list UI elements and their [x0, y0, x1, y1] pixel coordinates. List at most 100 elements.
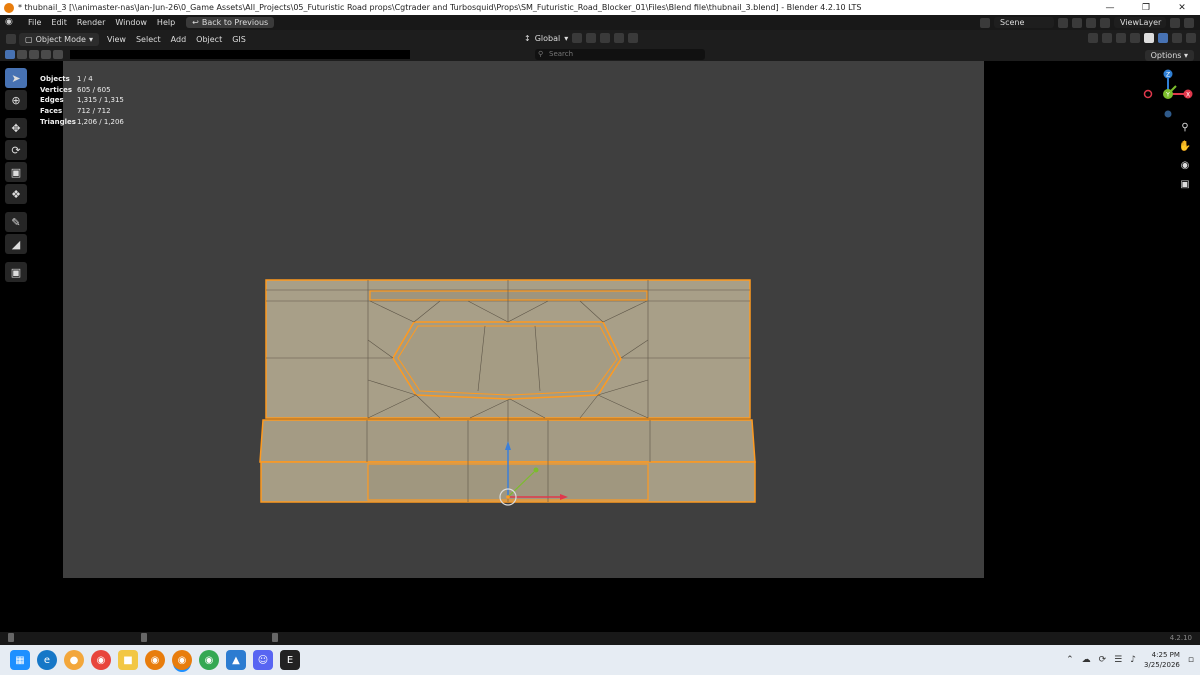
select-invert-icon[interactable] — [53, 50, 63, 59]
menu-view[interactable]: View — [102, 35, 131, 44]
falloff-icon[interactable] — [628, 33, 639, 43]
back-to-previous-button[interactable]: ↩ Back to Previous — [186, 17, 275, 28]
lock-icon[interactable]: ▣ — [1176, 179, 1194, 194]
epic-games-icon[interactable]: E — [280, 650, 300, 670]
scale-tool-button[interactable]: ▣ — [5, 162, 27, 182]
start-button-icon[interactable]: ▦ — [10, 650, 30, 670]
notification-icon[interactable]: ▫ — [1188, 655, 1194, 665]
snap-target-icon[interactable] — [600, 33, 611, 43]
maximize-button[interactable]: ❐ — [1128, 3, 1164, 13]
clock[interactable]: 4:25 PM 3/25/2026 — [1144, 650, 1180, 670]
menu-render[interactable]: Render — [72, 18, 110, 27]
mouse-right-icon — [272, 633, 278, 642]
photos-icon[interactable]: ▲ — [226, 650, 246, 670]
delete-viewlayer-icon[interactable] — [1184, 17, 1194, 28]
object-mode-dropdown[interactable]: ▢ Object Mode ▾ — [19, 32, 99, 46]
measure-tool-button[interactable]: ◢ — [5, 234, 27, 254]
blender-logo-icon — [4, 2, 14, 13]
select-tool-button[interactable]: ➤ — [5, 68, 27, 88]
chevron-down-icon: ▾ — [88, 34, 93, 44]
chrome-profile-icon[interactable]: ◉ — [199, 650, 219, 670]
select-subtract-icon[interactable] — [29, 50, 39, 59]
transform-controls: ↕ Global ▾ — [524, 33, 639, 43]
menu-edit[interactable]: Edit — [46, 18, 72, 27]
scene-field[interactable]: Scene — [994, 17, 1054, 28]
scene-icon[interactable] — [980, 17, 990, 28]
rendered-shading-icon[interactable] — [1186, 33, 1196, 43]
delete-scene-icon[interactable] — [1086, 17, 1096, 28]
clock-date: 3/25/2026 — [1143, 661, 1180, 669]
search-input[interactable]: ⚲ Search — [535, 49, 705, 60]
wifi-icon[interactable]: ☰ — [1114, 655, 1122, 665]
menu-gis[interactable]: GIS — [227, 35, 251, 44]
transform-orientation-dropdown[interactable]: Global — [535, 34, 561, 43]
select-intersect-icon[interactable] — [41, 50, 51, 59]
pan-hand-icon[interactable]: ✋ — [1176, 141, 1194, 156]
gizmo-toggle-icon[interactable] — [1102, 33, 1112, 43]
options-label: Options — [1150, 51, 1182, 60]
menu-select[interactable]: Select — [131, 35, 166, 44]
zoom-icon[interactable]: ⚲ — [1176, 122, 1194, 137]
camera-view-icon[interactable]: ◉ — [1176, 160, 1194, 175]
menu-help[interactable]: Help — [152, 18, 180, 27]
sync-icon[interactable]: ⟳ — [1099, 655, 1107, 665]
gizmo-neg-z-axis[interactable] — [1164, 110, 1172, 118]
navigation-gizmo[interactable]: Z X Y — [1142, 68, 1194, 120]
back-to-previous-label: Back to Previous — [201, 18, 269, 27]
blender-menu-icon[interactable]: ◉ — [5, 17, 19, 28]
tool-shelf: ➤ ⊕ ✥ ⟳ ▣ ❖ ✎ ◢ ▣ — [5, 68, 30, 282]
select-box-icon[interactable] — [5, 50, 15, 59]
viewport-header: ▢ Object Mode ▾ View Select Add Object G… — [0, 30, 1200, 48]
annotate-tool-button[interactable]: ✎ — [5, 212, 27, 232]
volume-icon[interactable]: ♪ — [1130, 655, 1136, 665]
close-button[interactable]: ✕ — [1164, 3, 1200, 13]
network-off-icon[interactable]: ☁ — [1082, 655, 1091, 665]
viewlayer-icon[interactable] — [1100, 17, 1110, 28]
snap-icon[interactable] — [586, 33, 597, 43]
visibility-icon[interactable] — [1088, 33, 1098, 43]
discord-icon[interactable]: ☺ — [253, 650, 273, 670]
status-bar: 4.2.10 — [0, 632, 1200, 645]
proportional-edit-icon[interactable] — [614, 33, 625, 43]
file-explorer-icon[interactable]: ■ — [118, 650, 138, 670]
pin-scene-icon[interactable] — [1058, 17, 1068, 28]
rotate-icon: ⟳ — [11, 143, 21, 157]
transform-orientation-icon: ↕ — [524, 33, 531, 43]
transform-tool-button[interactable]: ❖ — [5, 184, 27, 204]
edge-browser-icon[interactable]: e — [37, 650, 57, 670]
options-dropdown[interactable]: Options ▾ — [1144, 50, 1194, 61]
gizmo-z-label: Z — [1166, 72, 1170, 79]
overlay-toggle-icon[interactable] — [1116, 33, 1126, 43]
transform-icon: ❖ — [11, 187, 21, 201]
rotate-tool-button[interactable]: ⟳ — [5, 140, 27, 160]
material-shading-icon[interactable] — [1172, 33, 1182, 43]
select-extend-icon[interactable] — [17, 50, 27, 59]
mouse-middle-icon — [141, 633, 147, 642]
minimize-button[interactable]: — — [1092, 3, 1128, 13]
move-tool-button[interactable]: ✥ — [5, 118, 27, 138]
chrome-icon[interactable]: ◉ — [91, 650, 111, 670]
cursor-tool-button[interactable]: ⊕ — [5, 90, 27, 110]
gizmo-neg-x-axis[interactable] — [1143, 89, 1153, 99]
add-cube-tool-button[interactable]: ▣ — [5, 262, 27, 282]
solid-shading-icon[interactable] — [1158, 33, 1168, 43]
menu-file[interactable]: File — [23, 18, 46, 27]
menu-add[interactable]: Add — [166, 35, 192, 44]
version-label: 4.2.10 — [1169, 634, 1192, 642]
wireframe-shading-icon[interactable] — [1144, 33, 1154, 43]
blender-app-icon[interactable]: ◉ — [145, 650, 165, 670]
app-icon[interactable]: ● — [64, 650, 84, 670]
search-placeholder: Search — [549, 50, 574, 58]
viewlayer-field[interactable]: ViewLayer — [1114, 17, 1166, 28]
new-viewlayer-icon[interactable] — [1170, 17, 1180, 28]
menu-object[interactable]: Object — [191, 35, 227, 44]
cursor-icon: ➤ — [11, 71, 21, 85]
pivot-point-icon[interactable] — [572, 33, 583, 43]
editor-type-icon[interactable] — [6, 34, 16, 44]
chevron-up-icon[interactable]: ⌃ — [1066, 655, 1074, 665]
scene-statistics: Objects 1 / 4 Vertices 605 / 605 Edges 1,31… — [40, 74, 124, 128]
menu-window[interactable]: Window — [110, 18, 152, 27]
xray-toggle-icon[interactable] — [1130, 33, 1140, 43]
blender-active-icon[interactable]: ◉ — [172, 650, 192, 670]
new-scene-icon[interactable] — [1072, 17, 1082, 28]
